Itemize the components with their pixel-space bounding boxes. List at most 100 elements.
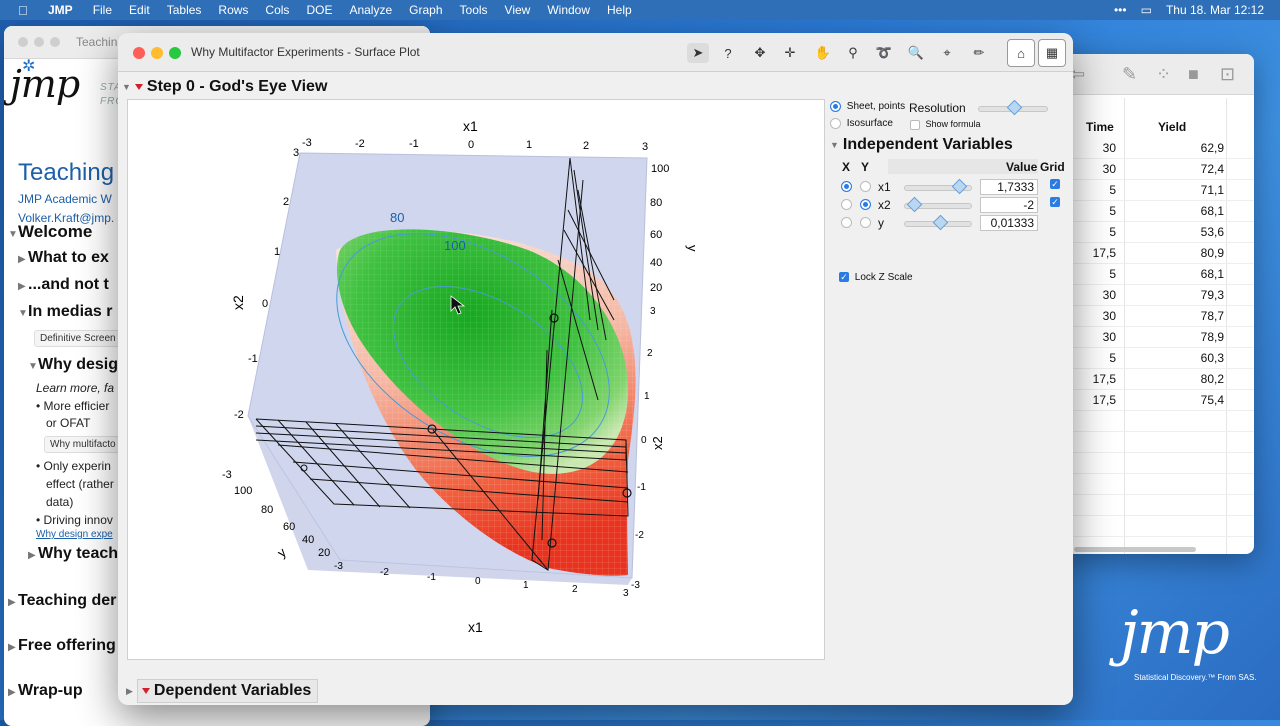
independent-variables-header[interactable]: ▼ Independent Variables [830, 136, 1013, 154]
show-formula-option[interactable]: Show formula [910, 119, 981, 130]
x-axis-radio[interactable] [841, 217, 852, 228]
variable-value-input[interactable]: 1,7333 [980, 179, 1038, 195]
data-table-icon[interactable]: ▦ [1038, 39, 1066, 67]
crosshairs-tool-icon[interactable]: ⌖ [936, 43, 958, 63]
menu-window[interactable]: Window [547, 3, 590, 17]
minimize-icon[interactable] [151, 47, 163, 59]
cell-time[interactable]: 30 [1103, 309, 1116, 323]
help-tool-icon[interactable]: ? [717, 43, 739, 63]
cell-time[interactable]: 17,5 [1093, 246, 1116, 260]
sheet-points-option[interactable]: Sheet, points [830, 101, 905, 112]
disclosure-icon[interactable]: ▶ [126, 686, 133, 697]
close-icon[interactable] [18, 37, 28, 47]
outline-teaching-demos[interactable]: ▶ Teaching der [8, 592, 116, 610]
lock-z-scale-option[interactable]: ✓ Lock Z Scale [839, 272, 913, 283]
cell-yield[interactable]: 68,1 [1201, 267, 1224, 281]
table-row-empty[interactable] [1060, 411, 1254, 432]
cell-yield[interactable]: 80,9 [1201, 246, 1224, 260]
menu-tools[interactable]: Tools [460, 3, 488, 17]
disclosure-icon[interactable]: ▼ [122, 82, 131, 92]
cell-yield[interactable]: 78,7 [1201, 309, 1224, 323]
table-row[interactable]: 30 79,3 [1060, 285, 1254, 306]
cell-yield[interactable]: 78,9 [1201, 330, 1224, 344]
square-icon[interactable]: ■ [1188, 64, 1199, 85]
arrow-tool-icon[interactable]: ➤ [687, 43, 709, 63]
outline-in-medias[interactable]: ▼In medias r [18, 303, 112, 321]
table-row[interactable]: 17,5 75,4 [1060, 390, 1254, 411]
table-row-empty[interactable] [1060, 474, 1254, 495]
apple-icon[interactable]:  [18, 3, 34, 18]
minimize-icon[interactable] [34, 37, 44, 47]
magnifier-tool-icon[interactable]: 🔍 [905, 43, 927, 63]
menu-help[interactable]: Help [607, 3, 632, 17]
close-icon[interactable] [133, 47, 145, 59]
step-outline-header[interactable]: ▼ Step 0 - God's Eye View [122, 76, 327, 98]
menu-file[interactable]: File [93, 3, 112, 17]
cell-time[interactable]: 5 [1109, 225, 1116, 239]
menu-graph[interactable]: Graph [409, 3, 442, 17]
home-window-icon[interactable]: ⌂ [1007, 39, 1035, 67]
table-row[interactable]: 5 68,1 [1060, 264, 1254, 285]
zoom-icon[interactable] [50, 37, 60, 47]
surface-plot-pane[interactable]: 80 100 x1 -3 -2 -1 0 1 2 3 x2 3 2 1 0 -1… [127, 99, 825, 660]
isosurface-option[interactable]: Isosurface [830, 118, 893, 129]
slider-thumb[interactable] [1006, 99, 1023, 116]
cell-yield[interactable]: 71,1 [1201, 183, 1224, 197]
outline-why-design[interactable]: ▼Why desig [28, 356, 118, 374]
crosshair-tool-icon[interactable]: ✛ [779, 43, 801, 63]
variable-slider[interactable] [904, 178, 972, 195]
cell-time[interactable]: 5 [1109, 351, 1116, 365]
cell-time[interactable]: 5 [1109, 204, 1116, 218]
column-header-time[interactable]: Time [1086, 120, 1114, 134]
inspect-icon[interactable]: ⊡ [1220, 64, 1235, 85]
horizontal-scrollbar[interactable] [1074, 547, 1196, 552]
y-axis-radio[interactable] [860, 199, 871, 210]
x-axis-radio[interactable] [841, 181, 852, 192]
x-axis-radio[interactable] [841, 199, 852, 210]
outline-and-not[interactable]: ▶ ...and not t [18, 276, 109, 294]
cell-time[interactable]: 30 [1103, 162, 1116, 176]
table-row[interactable]: 30 78,9 [1060, 327, 1254, 348]
cell-yield[interactable]: 79,3 [1201, 288, 1224, 302]
resolution-slider[interactable] [978, 99, 1048, 116]
slider-thumb[interactable] [932, 214, 949, 231]
cell-yield[interactable]: 72,4 [1201, 162, 1224, 176]
pencil-icon[interactable]: ✎ [1122, 64, 1137, 85]
y-axis-radio[interactable] [860, 217, 871, 228]
variable-value-input[interactable]: 0,01333 [980, 215, 1038, 231]
variable-slider[interactable] [904, 196, 972, 213]
cell-time[interactable]: 5 [1109, 267, 1116, 281]
grid-checkbox[interactable]: ✓ [1050, 197, 1060, 207]
display-icon[interactable]: ▭ [1141, 3, 1152, 17]
menu-doe[interactable]: DOE [306, 3, 332, 17]
cell-yield[interactable]: 68,1 [1201, 204, 1224, 218]
menu-edit[interactable]: Edit [129, 3, 150, 17]
table-row-empty[interactable] [1060, 453, 1254, 474]
table-row[interactable]: 5 60,3 [1060, 348, 1254, 369]
outline-welcome[interactable]: ▼Welcome [8, 222, 92, 242]
table-row[interactable]: 5 71,1 [1060, 180, 1254, 201]
clock[interactable]: Thu 18. Mar 12:12 [1166, 3, 1264, 17]
table-row[interactable]: 5 68,1 [1060, 201, 1254, 222]
dependent-variables-header[interactable]: ▶ Dependent Variables [126, 679, 319, 703]
table-row[interactable]: 17,5 80,9 [1060, 243, 1254, 264]
zoom-icon[interactable] [169, 47, 181, 59]
cell-yield[interactable]: 75,4 [1201, 393, 1224, 407]
variable-value-input[interactable]: -2 [980, 197, 1038, 213]
lasso-tool-icon[interactable]: ➰ [873, 43, 895, 63]
cell-yield[interactable]: 60,3 [1201, 351, 1224, 365]
red-triangle-menu-icon[interactable] [134, 84, 143, 90]
why-multifactor-button[interactable]: Why multifacto [44, 436, 122, 453]
table-row[interactable]: 30 78,7 [1060, 306, 1254, 327]
cell-yield[interactable]: 53,6 [1201, 225, 1224, 239]
cell-time[interactable]: 30 [1103, 288, 1116, 302]
red-triangle-menu-icon[interactable] [141, 688, 150, 694]
definitive-screening-button[interactable]: Definitive Screen [34, 330, 122, 347]
cell-time[interactable]: 30 [1103, 330, 1116, 344]
outline-what-to-expect[interactable]: ▶ What to ex [18, 249, 109, 267]
outline-wrap-up[interactable]: ▶ Wrap-up [8, 682, 83, 700]
menu-rows[interactable]: Rows [218, 3, 248, 17]
table-row-empty[interactable] [1060, 432, 1254, 453]
y-axis-radio[interactable] [860, 181, 871, 192]
menu-view[interactable]: View [505, 3, 531, 17]
